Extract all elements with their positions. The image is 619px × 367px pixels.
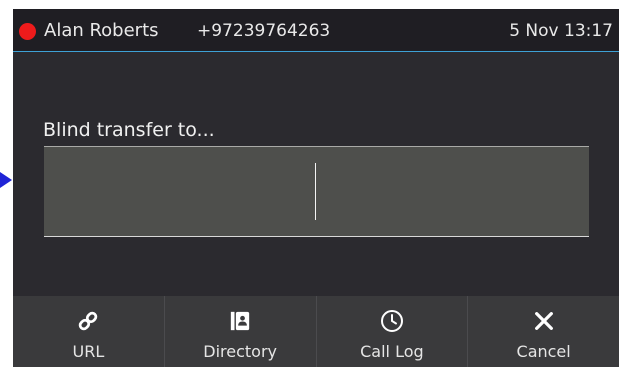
link-icon	[75, 308, 101, 334]
transfer-number-input[interactable]	[44, 146, 589, 237]
softkey-label: Call Log	[360, 342, 424, 361]
status-bar: Alan Roberts +97239764263 5 Nov 13:17	[13, 9, 619, 52]
softkey-bar: URL Directory Call Log Cancel	[13, 296, 619, 367]
softkey-label: Directory	[203, 342, 277, 361]
caller-number: +97239764263	[197, 21, 331, 41]
phone-screen: Alan Roberts +97239764263 5 Nov 13:17 Bl…	[13, 9, 619, 367]
contact-book-icon	[227, 308, 253, 334]
directory-softkey[interactable]: Directory	[163, 296, 316, 367]
date-time: 5 Nov 13:17	[509, 21, 613, 41]
active-call-indicator-icon	[19, 23, 36, 40]
softkey-label: URL	[72, 342, 105, 361]
softkey-label: Cancel	[516, 342, 571, 361]
clock-icon	[379, 308, 405, 334]
url-softkey[interactable]: URL	[13, 296, 164, 367]
call-log-softkey[interactable]: Call Log	[315, 296, 468, 367]
close-icon	[531, 308, 557, 334]
text-caret	[315, 163, 316, 220]
caller-name: Alan Roberts	[44, 20, 159, 41]
cancel-softkey[interactable]: Cancel	[467, 296, 619, 367]
transfer-prompt: Blind transfer to...	[43, 119, 215, 141]
focus-arrow-indicator	[0, 172, 12, 188]
